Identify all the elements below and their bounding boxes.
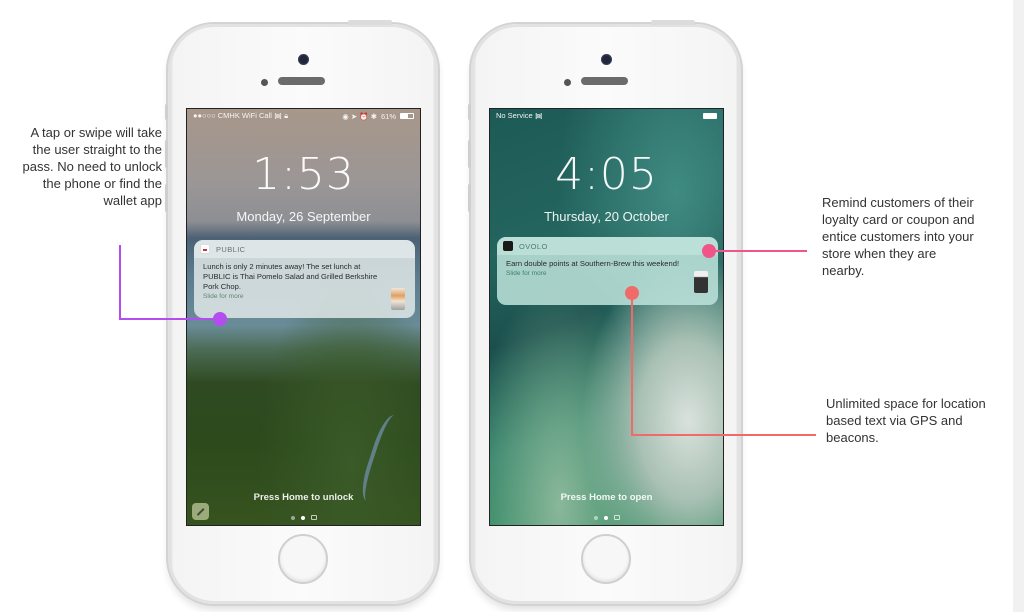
phone-right: No Service ᯼ 4:05 Thursday, 20 October O… [468, 20, 741, 604]
earpiece-speaker [581, 77, 628, 85]
power-button [348, 20, 392, 25]
carrier-label: No Service ᯼ [496, 111, 543, 120]
callout-tap-swipe: A tap or swipe will take the user straig… [22, 125, 162, 208]
status-bar: ●●○○○ CMHK WiFi Call ᯼ 🔒︎ ◉ ➤ ⏰ ✱ 61% [187, 109, 420, 123]
camera-icon [613, 515, 620, 520]
status-right [703, 113, 717, 119]
public-app-icon [200, 244, 210, 254]
volume-up-button [165, 140, 168, 168]
lock-date: Monday, 26 September [236, 209, 371, 224]
callout-loyalty-reminder: Remind customers of their loyalty card o… [822, 195, 975, 278]
page-dot-active [603, 515, 608, 520]
notification-body: Lunch is only 2 minutes away! The set lu… [203, 262, 378, 291]
wifi-icon: ᯼ [274, 111, 283, 120]
status-right: ◉ ➤ ⏰ ✱ 61% [342, 112, 414, 121]
carrier-label: ●●○○○ CMHK WiFi Call ᯼ 🔒︎ [193, 111, 289, 120]
lock-clock: 4:05 [555, 149, 658, 200]
notification-header: OVOLO [497, 237, 718, 255]
notification-slide-hint: Slide for more [203, 293, 244, 300]
notification-slide-hint: Slide for more [506, 270, 547, 277]
proximity-sensor [261, 79, 268, 86]
status-icons: ◉ ➤ ⏰ ✱ [342, 111, 377, 121]
volume-up-button [468, 140, 471, 168]
power-button [651, 20, 695, 25]
callout-unlimited-space: Unlimited space for location based text … [826, 396, 986, 445]
press-home-hint: Press Home to unlock [253, 492, 354, 503]
battery-fill [401, 114, 409, 118]
proximity-sensor [564, 79, 571, 86]
front-camera [601, 54, 612, 65]
battery-percent: 61% [380, 111, 396, 121]
mute-switch [165, 104, 168, 120]
phone-left: ●●○○○ CMHK WiFi Call ᯼ 🔒︎ ◉ ➤ ⏰ ✱ 61% 1:… [165, 20, 438, 604]
notification-header: PUBLIC [194, 240, 415, 258]
lock-date: Thursday, 20 October [544, 209, 669, 224]
page-dot [290, 515, 295, 520]
lock-screen: ●●○○○ CMHK WiFi Call ᯼ 🔒︎ ◉ ➤ ⏰ ✱ 61% 1:… [186, 108, 421, 526]
page-side-strip [1013, 0, 1024, 612]
mute-switch [468, 104, 471, 120]
notification-app-name: PUBLIC [216, 244, 246, 254]
press-home-hint: Press Home to open [560, 492, 653, 503]
earpiece-speaker [278, 77, 325, 85]
volume-down-button [165, 184, 168, 212]
camera-icon [310, 515, 317, 520]
notification-app-name: OVOLO [519, 241, 548, 251]
status-bar: No Service ᯼ [490, 109, 723, 123]
page-indicator [187, 515, 420, 520]
notification-card[interactable]: PUBLIC Lunch is only 2 minutes away! The… [194, 240, 415, 318]
lock-screen: No Service ᯼ 4:05 Thursday, 20 October O… [489, 108, 724, 526]
pass-thumbnail-icon [694, 271, 708, 293]
home-button[interactable] [581, 534, 631, 584]
front-camera [298, 54, 309, 65]
ovolo-app-icon [503, 241, 513, 251]
battery-icon [703, 113, 717, 119]
notification-card[interactable]: OVOLO Earn double points at Southern-Bre… [497, 237, 718, 305]
battery-icon [400, 113, 414, 119]
pass-thumbnail-icon [391, 288, 405, 310]
home-button[interactable] [278, 534, 328, 584]
volume-down-button [468, 184, 471, 212]
page-dot [593, 515, 598, 520]
lock-clock: 1:53 [252, 149, 355, 200]
wifi-icon: ᯼ [534, 111, 543, 120]
page-dot-active [300, 515, 305, 520]
page-indicator [490, 515, 723, 520]
battery-fill [704, 114, 716, 118]
notification-body: Earn double points at Southern-Brew this… [506, 259, 680, 268]
lock-icon: 🔒︎ [284, 111, 289, 120]
